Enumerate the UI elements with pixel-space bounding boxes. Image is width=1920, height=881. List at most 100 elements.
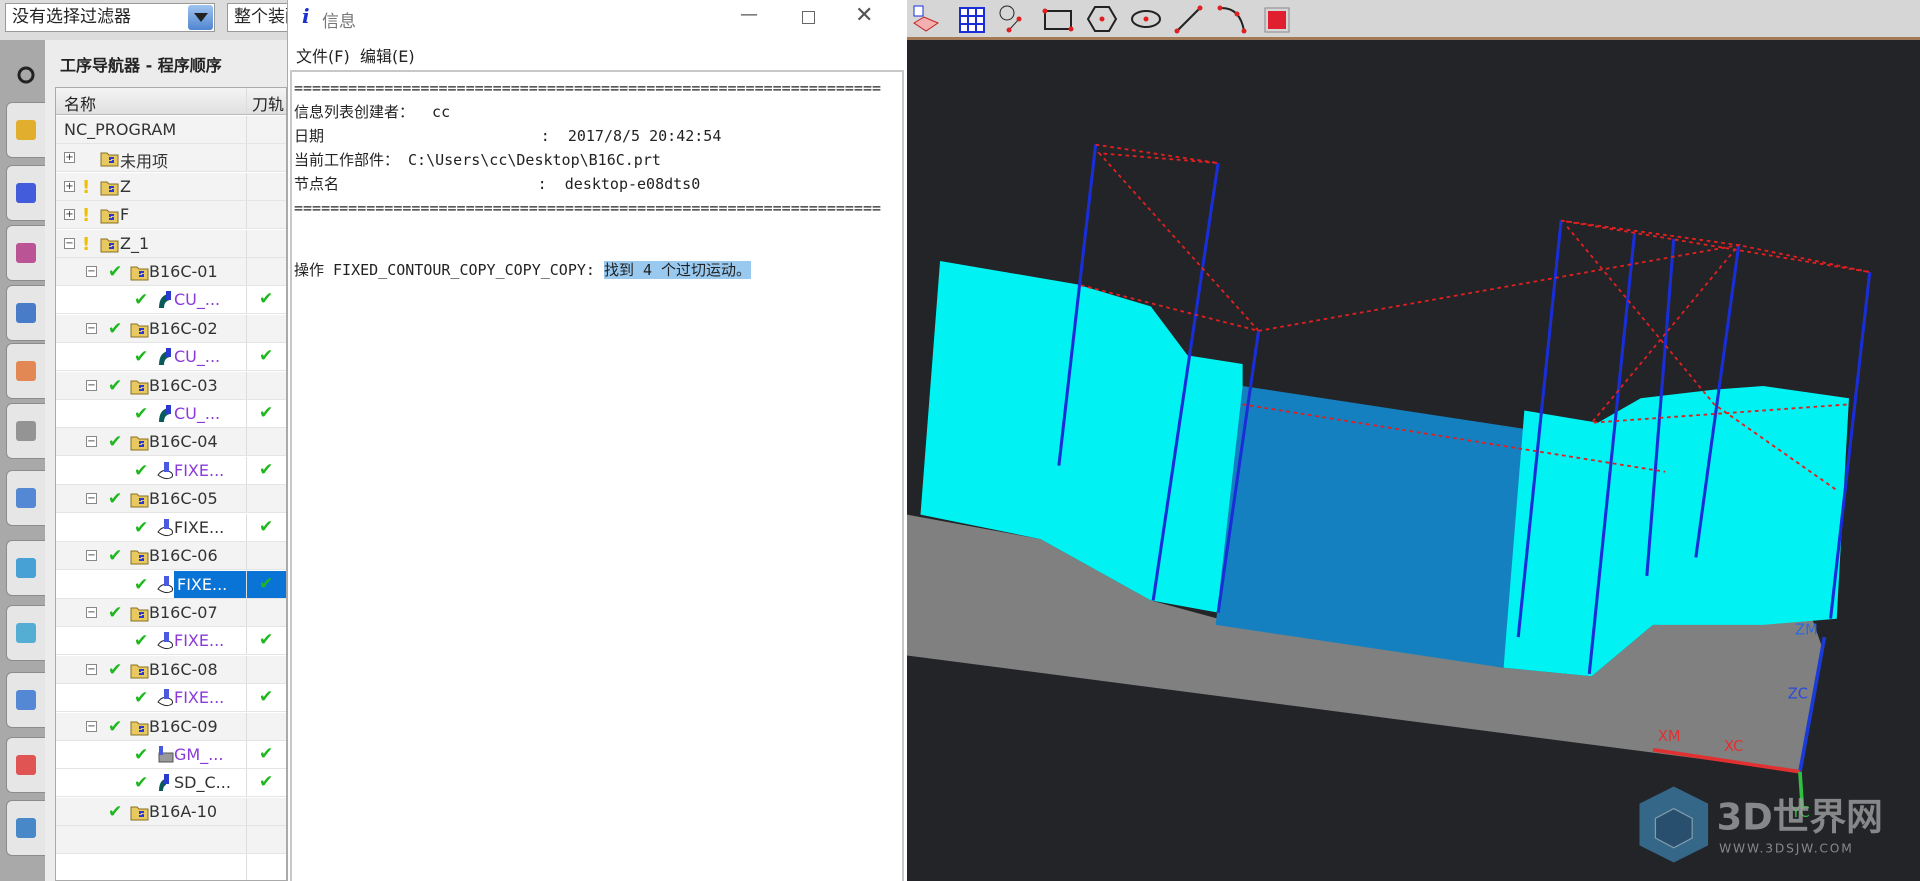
check-icon: ✔ [108,602,123,623]
tree-row[interactable]: ✔ FIXE... ✔ [56,570,286,599]
tree-row[interactable]: − ✔ B16C-09 [56,712,286,741]
check-icon: ✔ [108,801,123,822]
part-navigator-tab[interactable] [6,102,46,158]
bulb-icon: ! [82,205,91,227]
cavity-mill-icon [159,291,171,309]
collapse-icon[interactable]: − [86,493,97,505]
tree-row[interactable]: NC_PROGRAM [56,116,286,144]
menu-edit[interactable]: 编辑(E) [360,43,415,67]
info-tab[interactable] [6,540,46,596]
check-icon: ✔ [134,404,149,425]
check-icon: ✔ [134,688,149,709]
history-tab[interactable] [6,470,46,526]
machine-tool-navigator-tab[interactable] [6,225,46,281]
collapse-icon[interactable]: − [86,550,97,562]
menu-file[interactable]: 文件(F) [296,43,350,67]
tree-row-label: B16C-09 [149,716,218,736]
tree-row[interactable]: ✔ FIXE... ✔ [56,456,286,485]
tree-row[interactable]: ✔ CU_... ✔ [56,400,286,429]
folder-icon [130,380,149,395]
tree-row-label: CU_... [174,290,221,310]
check-icon: ✔ [134,574,149,595]
clock-tab[interactable] [6,672,46,728]
tree-row[interactable]: ✔ FIXE... ✔ [56,513,286,542]
folder-icon [130,266,149,281]
tree-row[interactable]: ✔ FIXE... ✔ [56,684,286,713]
tree-row[interactable]: ✔ FIXE... ✔ [56,627,286,656]
tree-row[interactable]: ✔ B16A-10 [56,797,286,826]
tree-row-label: NC_PROGRAM [64,120,177,139]
graphics-viewport[interactable]: ZM ZC XM XC YC 3D世界网 WWW.3DSJW.COM [907,0,1920,881]
check-icon: ✔ [134,744,149,765]
expand-icon[interactable]: + [64,180,75,192]
tree-row[interactable]: − ✔ B16C-03 [56,371,286,400]
tool-tab[interactable] [6,800,46,856]
tree-row[interactable]: − ✔ B16C-08 [56,655,286,684]
tree-row[interactable]: ✔ SD_C... ✔ [56,769,286,798]
toolpath-ok-icon: ✔ [259,743,274,764]
collapse-icon[interactable]: − [86,379,97,391]
tree-row-label: FIXE... [174,460,225,480]
web-browser-tab[interactable] [6,605,46,661]
toolpath-ok-icon: ✔ [259,687,274,708]
tree-row[interactable]: − ✔ B16C-06 [56,542,286,571]
check-icon: ✔ [134,347,149,368]
expand-icon[interactable]: + [64,209,75,221]
tree-row[interactable]: ✔ CU_... ✔ [56,286,286,315]
tree-row[interactable]: − ✔ B16C-04 [56,428,286,457]
tree-row[interactable]: −! Z_1 [56,229,286,258]
operation-navigator-tab[interactable] [6,285,46,341]
toolpath-ok-icon: ✔ [259,772,274,793]
toolpath-status-cell [246,655,286,683]
collapse-icon[interactable]: − [86,720,97,732]
fixed-contour-icon [157,461,173,479]
column-header-name[interactable]: 名称 [64,91,96,115]
collapse-icon[interactable]: − [86,663,97,675]
tree-row[interactable]: +! Z [56,172,286,201]
collapse-icon[interactable]: − [86,322,97,334]
gear-tab[interactable] [6,47,46,103]
tree-row[interactable]: − ✔ B16C-07 [56,598,286,627]
tree-row[interactable]: − ✔ B16C-01 [56,258,286,287]
tree-row[interactable]: ✔ CU_... ✔ [56,343,286,372]
tree-row[interactable]: − ✔ B16C-05 [56,485,286,514]
check-icon: ✔ [108,716,123,737]
type-filter-dropdown[interactable]: 没有选择过滤器 [5,3,215,32]
tree-row-label: CU_... [174,347,221,367]
tree-row[interactable]: ✔ GM_... ✔ [56,740,286,769]
reuse-library-tab[interactable] [6,343,46,399]
roles-tab[interactable] [6,403,46,459]
info-text-area[interactable]: ========================================… [290,70,904,881]
cavity-mill-icon [159,348,171,366]
close-button[interactable]: ✕ [855,3,873,28]
toolpath-status-cell: ✔ [246,286,286,314]
machine-tool-navigator-icon [16,243,36,263]
chevron-down-icon[interactable] [188,5,213,30]
part-model-view[interactable]: ZM ZC XM XC YC 3D世界网 WWW.3DSJW.COM [907,0,1920,881]
tree-row[interactable]: +! F [56,201,286,230]
info-icon [16,558,36,578]
tree-row-label: B16A-10 [149,801,218,821]
maximize-button[interactable] [802,11,815,24]
tree-row-label: Z_1 [120,233,150,253]
color-palette-tab[interactable] [6,737,46,793]
assembly-constraints-tab[interactable] [6,165,46,221]
collapse-icon[interactable]: − [86,266,97,278]
collapse-icon[interactable]: − [86,436,97,448]
tree-row-label: B16C-02 [149,318,218,338]
cavity-mill-icon [159,405,171,423]
column-header-toolpath[interactable]: 刀轨 [252,91,284,115]
type-filter-value: 没有选择过滤器 [12,7,131,27]
tree-row[interactable]: − ✔ B16C-02 [56,314,286,343]
check-icon: ✔ [108,432,123,453]
tree-row-label: B16C-06 [149,546,218,566]
tree-row[interactable]: + 未用项 [56,144,286,173]
tree-row-label: B16C-03 [149,375,218,395]
expand-icon[interactable]: + [64,152,75,164]
tree-row-label: FIXE... [174,688,225,708]
creator-line: 信息列表创建者： cc [294,103,451,121]
toolpath-ok-icon: ✔ [259,346,274,367]
collapse-icon[interactable]: − [64,237,75,249]
collapse-icon[interactable]: − [86,606,97,618]
minimize-button[interactable]: — [740,4,758,25]
